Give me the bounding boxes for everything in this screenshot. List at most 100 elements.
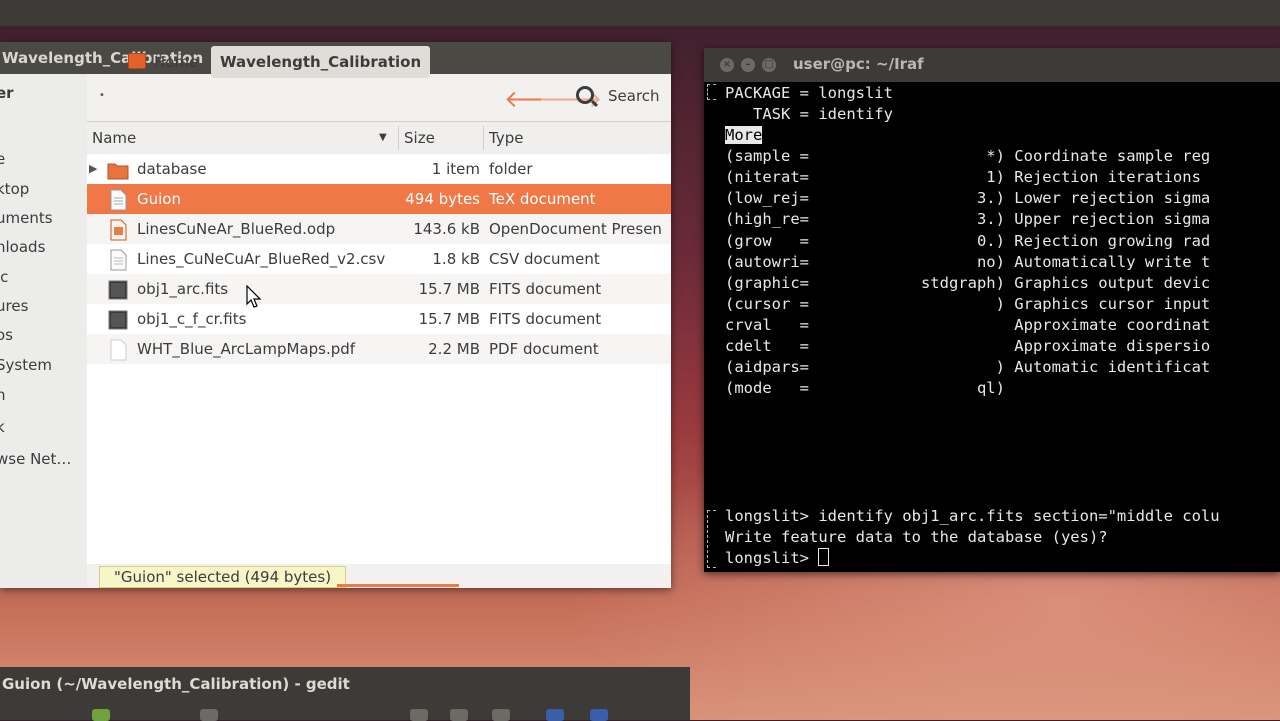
- column-type[interactable]: Type: [489, 122, 523, 154]
- maximize-icon[interactable]: □: [762, 58, 776, 72]
- terminal-line: (graphic= stdgraph) Graphics output devi…: [725, 274, 1211, 292]
- sidebar-item-documents[interactable]: uments: [0, 209, 53, 227]
- sidebar-item-videos[interactable]: os: [0, 326, 13, 344]
- breadcrumb-current[interactable]: Wavelength_Calibration: [211, 46, 431, 78]
- column-size[interactable]: Size: [404, 122, 435, 154]
- terminal-line: TASK = identify: [725, 105, 893, 123]
- sidebar-heading: er: [0, 84, 14, 102]
- folder-icon: [107, 163, 129, 180]
- selection-marker: [707, 84, 716, 100]
- sidebar-item-home[interactable]: e: [0, 150, 5, 168]
- file-type: TeX document: [489, 190, 596, 208]
- file-type: folder: [489, 160, 533, 178]
- file-name: obj1_arc.fits: [137, 280, 229, 298]
- file-name: WHT_Blue_ArcLampMaps.pdf: [137, 340, 356, 358]
- terminal-window: × – □ user@pc: ~/Iraf PACKAGE = longslit…: [704, 48, 1280, 572]
- terminal-titlebar[interactable]: × – □ user@pc: ~/Iraf: [704, 48, 1280, 82]
- selection-marker: [707, 510, 716, 568]
- text-cursor: [818, 548, 830, 566]
- selection-status: "Guion" selected (494 bytes): [99, 566, 347, 588]
- close-icon[interactable]: ×: [720, 58, 734, 72]
- top-panel: [0, 0, 1280, 26]
- file-size: 15.7 MB: [418, 280, 480, 298]
- file-type: PDF document: [489, 340, 599, 358]
- pdf-file-icon: [110, 339, 127, 361]
- file-type: FITS document: [489, 280, 602, 298]
- terminal-line: (low_rej= 3.) Lower rejection sigma: [725, 189, 1211, 207]
- breadcrumb-left-arrow-icon[interactable]: •: [99, 90, 105, 101]
- terminal-line: crval = Approximate coordinat: [725, 316, 1211, 334]
- terminal-line: longslit> identify obj1_arc.fits section…: [725, 507, 1220, 525]
- file-row[interactable]: obj1_c_f_cr.fits 15.7 MB FITS document: [87, 304, 671, 334]
- fits-file-icon: [108, 310, 128, 330]
- copy-icon[interactable]: [450, 709, 468, 721]
- file-type: OpenDocument Presen: [489, 220, 662, 238]
- column-divider: [483, 126, 484, 150]
- loading-progress-bar: [337, 584, 459, 587]
- presentation-file-icon: [110, 219, 127, 241]
- new-document-icon[interactable]: [92, 709, 110, 721]
- file-row-selected[interactable]: Guion 494 bytes TeX document: [87, 184, 671, 214]
- terminal-line: (aidpars= ) Automatic identificat: [725, 358, 1211, 376]
- find-icon[interactable]: [590, 709, 608, 721]
- spreadsheet-file-icon: [110, 249, 127, 271]
- sidebar-item-downloads[interactable]: nloads: [0, 238, 45, 256]
- terminal-line: (grow = 0.) Rejection growing rad: [725, 232, 1211, 250]
- file-size: 1 item: [431, 160, 480, 178]
- breadcrumb-home[interactable]: Home: [126, 46, 198, 78]
- sidebar-item-desktop[interactable]: ktop: [0, 180, 29, 198]
- file-size: 494 bytes: [405, 190, 480, 208]
- column-header: Name ▼ Size Type: [87, 121, 671, 155]
- file-name: database: [137, 160, 207, 178]
- terminal-line: (sample = *) Coordinate sample reg: [725, 147, 1211, 165]
- terminal-line: (cursor = ) Graphics cursor input: [725, 295, 1211, 313]
- expand-triangle-icon[interactable]: ▶: [89, 154, 97, 184]
- home-folder-icon: [128, 53, 146, 69]
- gedit-title[interactable]: Guion (~/Wavelength_Calibration) - gedit: [2, 675, 350, 693]
- file-size: 1.8 kB: [432, 250, 480, 268]
- terminal-line: (mode = ql): [725, 379, 1005, 397]
- file-row[interactable]: Lines_CuNeCuAr_BlueRed_v2.csv 1.8 kB CSV…: [87, 244, 671, 274]
- file-row[interactable]: WHT_Blue_ArcLampMaps.pdf 2.2 MB PDF docu…: [87, 334, 671, 364]
- sidebar-item-trash[interactable]: h: [0, 386, 6, 404]
- minimize-icon[interactable]: –: [741, 58, 755, 72]
- file-row[interactable]: obj1_arc.fits 15.7 MB FITS document: [87, 274, 671, 304]
- paste-icon[interactable]: [492, 709, 510, 721]
- save-icon[interactable]: [200, 709, 218, 721]
- more-label: More: [725, 126, 763, 144]
- sidebar-item-file-system[interactable]: System: [0, 356, 52, 374]
- search-replace-icon[interactable]: [546, 709, 564, 721]
- file-name: obj1_c_f_cr.fits: [137, 310, 247, 328]
- status-bar: "Guion" selected (494 bytes): [87, 564, 671, 588]
- terminal-line: cdelt = Approximate dispersio: [725, 337, 1211, 355]
- file-type: CSV document: [489, 250, 600, 268]
- file-name: Lines_CuNeCuAr_BlueRed_v2.csv: [137, 250, 386, 268]
- sidebar-item-browse-network[interactable]: wse Net…: [0, 450, 71, 468]
- text-file-icon: [110, 189, 127, 211]
- sort-down-icon[interactable]: ▼: [379, 122, 387, 154]
- sidebar-item-pictures[interactable]: ures: [0, 297, 28, 315]
- terminal-prompt[interactable]: longslit>: [725, 548, 830, 569]
- file-size: 15.7 MB: [418, 310, 480, 328]
- file-size: 2.2 MB: [428, 340, 480, 358]
- gedit-window: Guion (~/Wavelength_Calibration) - gedit: [0, 667, 690, 721]
- file-name: Guion: [137, 190, 181, 208]
- file-type: FITS document: [489, 310, 602, 328]
- file-row[interactable]: LinesCuNeAr_BlueRed.odp 143.6 kB OpenDoc…: [87, 214, 671, 244]
- column-divider: [398, 126, 399, 150]
- terminal-line: (niterat= 1) Rejection iterations: [725, 168, 1201, 186]
- terminal-title: user@pc: ~/Iraf: [793, 55, 924, 73]
- mouse-pointer-icon: [246, 285, 262, 308]
- more-prompt: More: [725, 125, 763, 146]
- cut-icon[interactable]: [410, 709, 428, 721]
- terminal-line: Write feature data to the database (yes)…: [725, 528, 1108, 546]
- column-name[interactable]: Name: [92, 122, 136, 154]
- prompt-text: longslit>: [725, 549, 819, 567]
- file-row[interactable]: ▶ database 1 item folder: [87, 154, 671, 184]
- file-list: ▶ database 1 item folder Guion 494 bytes…: [87, 154, 671, 564]
- search-icon: [576, 86, 594, 104]
- terminal-output[interactable]: PACKAGE = longslit TASK = identify More …: [704, 82, 1280, 572]
- sidebar-item-music[interactable]: ic: [0, 268, 8, 286]
- search-button[interactable]: Search: [576, 86, 660, 105]
- terminal-line: (autowri= no) Automatically write t: [725, 253, 1211, 271]
